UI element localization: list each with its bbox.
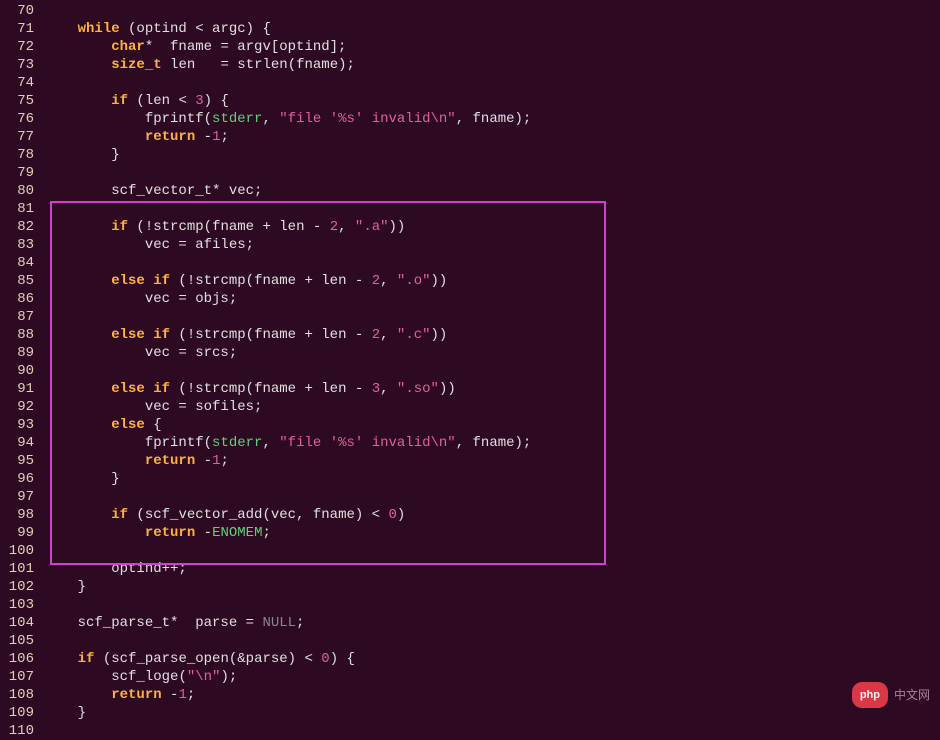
code-line[interactable]: char* fname = argv[optind]; xyxy=(44,38,940,56)
code-line[interactable] xyxy=(44,164,940,182)
line-number: 94 xyxy=(0,434,34,452)
line-number: 86 xyxy=(0,290,34,308)
code-line[interactable]: scf_parse_t* parse = NULL; xyxy=(44,614,940,632)
line-number: 88 xyxy=(0,326,34,344)
code-line[interactable]: while (optind < argc) { xyxy=(44,20,940,38)
code-line[interactable]: } xyxy=(44,578,940,596)
code-line[interactable]: } xyxy=(44,146,940,164)
code-line[interactable] xyxy=(44,362,940,380)
code-line[interactable]: vec = objs; xyxy=(44,290,940,308)
code-line[interactable] xyxy=(44,632,940,650)
line-number: 104 xyxy=(0,614,34,632)
line-number: 76 xyxy=(0,110,34,128)
line-number: 109 xyxy=(0,704,34,722)
line-number: 70 xyxy=(0,2,34,20)
line-number: 97 xyxy=(0,488,34,506)
line-number: 71 xyxy=(0,20,34,38)
line-number: 105 xyxy=(0,632,34,650)
code-line[interactable]: if (len < 3) { xyxy=(44,92,940,110)
code-line[interactable]: scf_vector_t* vec; xyxy=(44,182,940,200)
line-number: 96 xyxy=(0,470,34,488)
line-number: 91 xyxy=(0,380,34,398)
code-line[interactable]: vec = sofiles; xyxy=(44,398,940,416)
code-line[interactable] xyxy=(44,596,940,614)
watermark-badge: php xyxy=(852,682,888,708)
line-number: 93 xyxy=(0,416,34,434)
line-number: 110 xyxy=(0,722,34,740)
code-line[interactable]: fprintf(stderr, "file '%s' invalid\n", f… xyxy=(44,110,940,128)
line-number: 75 xyxy=(0,92,34,110)
watermark-text: 中文网 xyxy=(894,686,930,704)
code-area[interactable]: while (optind < argc) { char* fname = ar… xyxy=(44,2,940,740)
line-number: 108 xyxy=(0,686,34,704)
code-line[interactable]: return -1; xyxy=(44,452,940,470)
code-line[interactable]: vec = srcs; xyxy=(44,344,940,362)
code-line[interactable]: optind++; xyxy=(44,560,940,578)
line-number: 73 xyxy=(0,56,34,74)
code-editor: 7071727374757677787980818283848586878889… xyxy=(0,0,940,740)
code-line[interactable] xyxy=(44,2,940,20)
code-line[interactable]: return -1; xyxy=(44,686,940,704)
code-line[interactable]: fprintf(stderr, "file '%s' invalid\n", f… xyxy=(44,434,940,452)
code-line[interactable]: else if (!strcmp(fname + len - 2, ".c")) xyxy=(44,326,940,344)
line-number: 89 xyxy=(0,344,34,362)
line-number: 81 xyxy=(0,200,34,218)
code-line[interactable] xyxy=(44,542,940,560)
line-number: 79 xyxy=(0,164,34,182)
line-number: 87 xyxy=(0,308,34,326)
line-number: 107 xyxy=(0,668,34,686)
code-line[interactable]: else { xyxy=(44,416,940,434)
code-line[interactable]: else if (!strcmp(fname + len - 3, ".so")… xyxy=(44,380,940,398)
code-line[interactable]: else if (!strcmp(fname + len - 2, ".o")) xyxy=(44,272,940,290)
code-line[interactable]: if (!strcmp(fname + len - 2, ".a")) xyxy=(44,218,940,236)
code-line[interactable]: } xyxy=(44,470,940,488)
code-line[interactable]: return -1; xyxy=(44,128,940,146)
line-number: 78 xyxy=(0,146,34,164)
line-number-gutter: 7071727374757677787980818283848586878889… xyxy=(0,2,44,740)
line-number: 72 xyxy=(0,38,34,56)
code-line[interactable] xyxy=(44,254,940,272)
line-number: 100 xyxy=(0,542,34,560)
line-number: 80 xyxy=(0,182,34,200)
code-line[interactable]: scf_loge("\n"); xyxy=(44,668,940,686)
watermark: php 中文网 xyxy=(852,682,930,708)
line-number: 103 xyxy=(0,596,34,614)
code-line[interactable] xyxy=(44,722,940,740)
line-number: 92 xyxy=(0,398,34,416)
line-number: 83 xyxy=(0,236,34,254)
code-line[interactable]: if (scf_parse_open(&parse) < 0) { xyxy=(44,650,940,668)
code-line[interactable]: } xyxy=(44,704,940,722)
line-number: 98 xyxy=(0,506,34,524)
line-number: 82 xyxy=(0,218,34,236)
line-number: 99 xyxy=(0,524,34,542)
line-number: 101 xyxy=(0,560,34,578)
line-number: 84 xyxy=(0,254,34,272)
line-number: 85 xyxy=(0,272,34,290)
line-number: 77 xyxy=(0,128,34,146)
code-line[interactable]: if (scf_vector_add(vec, fname) < 0) xyxy=(44,506,940,524)
code-line[interactable] xyxy=(44,488,940,506)
line-number: 106 xyxy=(0,650,34,668)
code-line[interactable]: vec = afiles; xyxy=(44,236,940,254)
code-line[interactable] xyxy=(44,200,940,218)
line-number: 74 xyxy=(0,74,34,92)
line-number: 95 xyxy=(0,452,34,470)
line-number: 102 xyxy=(0,578,34,596)
code-line[interactable]: size_t len = strlen(fname); xyxy=(44,56,940,74)
line-number: 90 xyxy=(0,362,34,380)
code-line[interactable]: return -ENOMEM; xyxy=(44,524,940,542)
code-line[interactable] xyxy=(44,308,940,326)
code-line[interactable] xyxy=(44,74,940,92)
